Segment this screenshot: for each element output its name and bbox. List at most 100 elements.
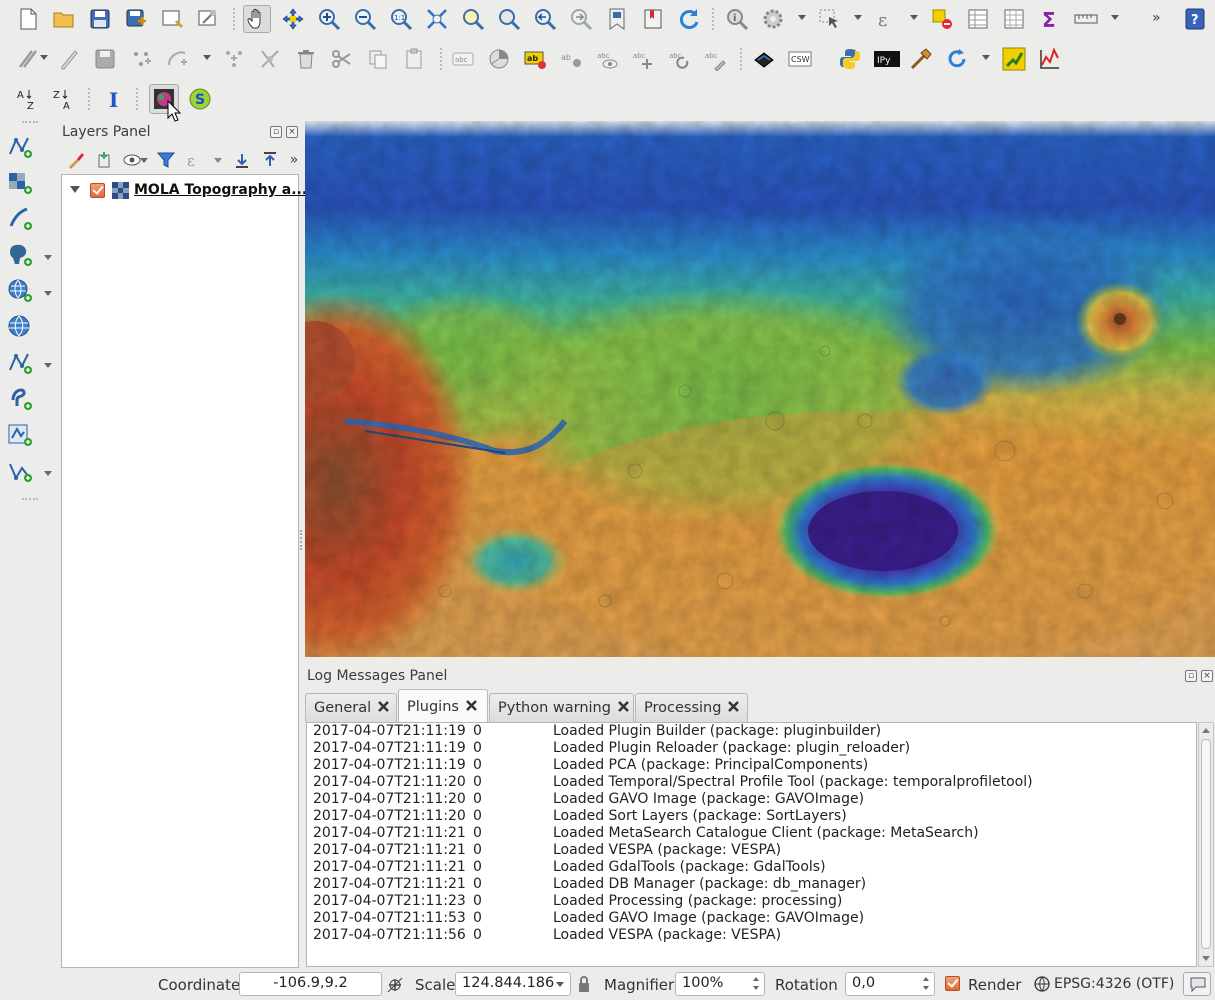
plugin-builder-icon[interactable]: [907, 45, 935, 73]
toolbar-grip[interactable]: [233, 8, 235, 30]
expression-select-icon[interactable]: ε: [872, 5, 900, 33]
measure-settings-icon[interactable]: [759, 5, 787, 33]
paste-features-icon[interactable]: [400, 45, 428, 73]
close-tab-icon[interactable]: [377, 700, 390, 713]
render-checkbox[interactable]: [945, 976, 960, 991]
toolbar-grip[interactable]: [88, 88, 90, 110]
ipython-icon[interactable]: IPy: [871, 45, 903, 73]
zoom-native-icon[interactable]: 1:1: [387, 5, 415, 33]
toolbar-grip[interactable]: [712, 8, 714, 30]
add-group-icon[interactable]: [94, 150, 114, 170]
chevron-down-icon[interactable]: [556, 982, 564, 987]
expand-all-icon[interactable]: [232, 150, 252, 170]
scrollbar-thumb[interactable]: [1201, 739, 1211, 949]
close-tab-icon[interactable]: [465, 699, 478, 712]
close-icon[interactable]: ×: [1201, 670, 1213, 682]
toggle-extents-icon[interactable]: [386, 976, 404, 994]
toolbar-grip[interactable]: [22, 498, 38, 500]
zoom-out-icon[interactable]: [351, 5, 379, 33]
rotate-label-icon[interactable]: abc: [665, 45, 693, 73]
open-project-icon[interactable]: [50, 5, 78, 33]
close-icon[interactable]: ×: [286, 126, 298, 138]
save-edits-icon[interactable]: [91, 45, 119, 73]
add-circular-string-icon[interactable]: [163, 45, 191, 73]
statistics-icon[interactable]: Σ: [1036, 5, 1064, 33]
identify-text-icon[interactable]: I: [100, 85, 128, 113]
rotation-stepper[interactable]: [920, 972, 934, 996]
add-delimited-text-icon[interactable]: [6, 205, 34, 233]
zoom-to-selection-icon[interactable]: [459, 5, 487, 33]
messages-button[interactable]: [1183, 972, 1211, 996]
move-label-icon[interactable]: abc: [629, 45, 657, 73]
node-tool-icon[interactable]: [256, 45, 284, 73]
pan-to-selection-icon[interactable]: [279, 5, 307, 33]
zoom-to-layer-icon[interactable]: [495, 5, 523, 33]
globe-icon[interactable]: [1034, 976, 1050, 992]
close-tab-icon[interactable]: [727, 700, 740, 713]
close-tab-icon[interactable]: [617, 700, 630, 713]
metasearch-icon[interactable]: [750, 45, 778, 73]
new-print-layout-icon[interactable]: [158, 5, 186, 33]
show-bookmarks-icon[interactable]: [639, 5, 667, 33]
filter-legend-icon[interactable]: [156, 150, 176, 170]
chevron-down-icon[interactable]: [140, 158, 148, 163]
magnifier-stepper[interactable]: [750, 972, 764, 996]
zoom-last-icon[interactable]: [531, 5, 559, 33]
filter-expression-icon[interactable]: ε: [184, 150, 204, 170]
scroll-down-icon[interactable]: [1202, 956, 1210, 961]
add-spatialite-icon[interactable]: [6, 385, 34, 413]
new-bookmark-icon[interactable]: [603, 5, 631, 33]
sort-layers-za-icon[interactable]: ZA: [50, 85, 78, 113]
add-virtual-layer-icon[interactable]: [6, 421, 34, 449]
diagram-icon[interactable]: [485, 45, 513, 73]
chevron-down-icon[interactable]: [910, 15, 918, 20]
lock-icon[interactable]: [577, 975, 591, 993]
panel-splitter[interactable]: [300, 530, 304, 550]
chevron-down-icon[interactable]: [798, 15, 806, 20]
save-project-icon[interactable]: [86, 5, 114, 33]
identify-icon[interactable]: i: [723, 5, 751, 33]
expand-arrow-icon[interactable]: [70, 186, 80, 193]
new-project-icon[interactable]: [14, 5, 42, 33]
label-icon[interactable]: abc: [449, 45, 477, 73]
add-postgis-icon[interactable]: [6, 241, 34, 269]
manage-visibility-icon[interactable]: [122, 150, 142, 170]
highlight-labels-icon[interactable]: ab: [521, 45, 549, 73]
float-panel-icon[interactable]: ▫: [1185, 670, 1197, 682]
current-edits-icon[interactable]: [14, 45, 42, 73]
pan-map-icon[interactable]: [243, 5, 271, 33]
add-vector-layer-icon[interactable]: [6, 133, 34, 161]
change-label-icon[interactable]: abc: [701, 45, 729, 73]
move-feature-icon[interactable]: [220, 45, 248, 73]
chevron-down-icon[interactable]: [44, 291, 52, 296]
python-console-icon[interactable]: [836, 45, 864, 73]
zoom-in-icon[interactable]: [315, 5, 343, 33]
add-wfs-icon[interactable]: [6, 349, 34, 377]
chevron-down-icon[interactable]: [40, 55, 48, 60]
refresh-icon[interactable]: [675, 5, 703, 33]
add-wcs-icon[interactable]: [6, 313, 34, 341]
more-tools-icon[interactable]: »: [284, 150, 304, 170]
show-hide-labels-icon[interactable]: abc: [593, 45, 621, 73]
pin-labels-icon[interactable]: ab: [557, 45, 585, 73]
vespa-icon[interactable]: S: [186, 85, 214, 113]
add-wms-icon[interactable]: [6, 277, 34, 305]
chevron-down-icon[interactable]: [203, 55, 211, 60]
chevron-down-icon[interactable]: [214, 158, 222, 163]
sort-layers-az-icon[interactable]: AZ: [14, 85, 42, 113]
deselect-icon[interactable]: [928, 5, 956, 33]
layer-item[interactable]: MOLA Topography a...: [66, 181, 307, 203]
copy-features-icon[interactable]: [364, 45, 392, 73]
attribute-table-icon[interactable]: [964, 5, 992, 33]
chevron-down-icon[interactable]: [44, 363, 52, 368]
log-text-area[interactable]: 2017-04-07T21:11:19 0 Loaded Plugin Builde…: [306, 722, 1197, 967]
processing-toolbox-icon[interactable]: [1000, 45, 1028, 73]
select-features-icon[interactable]: [815, 5, 843, 33]
map-canvas[interactable]: [305, 121, 1215, 657]
zoom-full-icon[interactable]: [423, 5, 451, 33]
chevron-down-icon[interactable]: [982, 55, 990, 60]
style-manager-icon[interactable]: [66, 150, 86, 170]
cut-features-icon[interactable]: [328, 45, 356, 73]
add-raster-layer-icon[interactable]: [6, 169, 34, 197]
add-feature-icon[interactable]: [127, 45, 155, 73]
